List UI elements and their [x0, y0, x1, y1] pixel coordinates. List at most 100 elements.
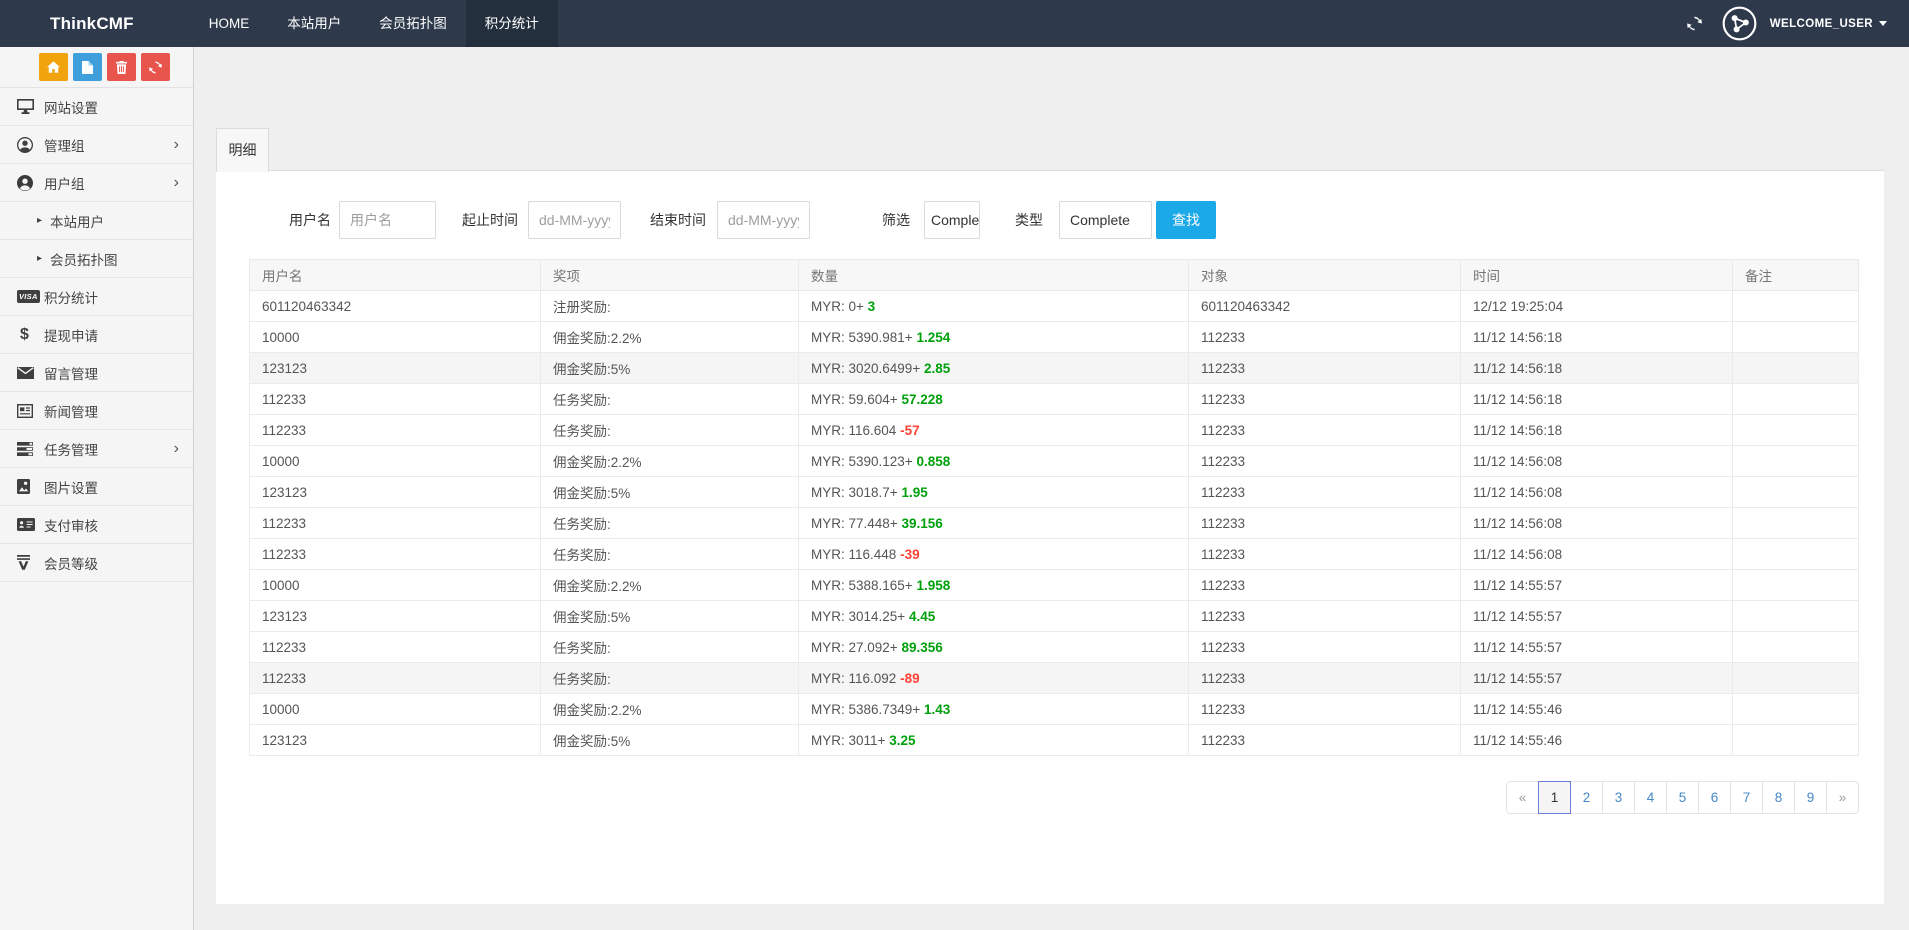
cell-time: 11/12 14:55:46 — [1461, 694, 1733, 725]
start-time-label: 起止时间 — [462, 210, 518, 230]
cell-award: 注册奖励: — [541, 291, 799, 322]
caret-right-icon: ▸ — [37, 215, 42, 226]
type-select[interactable]: Complete — [1059, 201, 1152, 239]
filter-select[interactable]: Comple — [924, 201, 980, 239]
page-link[interactable]: 1 — [1538, 781, 1571, 814]
chevron-right-icon: › — [174, 441, 179, 457]
sidebar-item-withdrawal[interactable]: $ 提现申请 — [0, 316, 193, 354]
chevron-right-icon: › — [174, 175, 179, 191]
page-link[interactable]: 2 — [1570, 781, 1603, 814]
user-avatar-icon[interactable] — [1722, 6, 1757, 41]
brand-logo[interactable]: ThinkCMF — [50, 14, 134, 34]
search-button[interactable]: 查找 — [1156, 201, 1216, 239]
cell-target: 112233 — [1189, 694, 1461, 725]
nav-item-home[interactable]: HOME — [190, 0, 269, 47]
page-link[interactable]: 3 — [1602, 781, 1635, 814]
page-link[interactable]: 8 — [1762, 781, 1795, 814]
sidebar-item-site-settings[interactable]: 网站设置 — [0, 88, 193, 126]
nav-item-site-users[interactable]: 本站用户 — [268, 0, 360, 47]
cell-award: 任务奖励: — [541, 508, 799, 539]
welcome-user-label: WELCOME_USER — [1770, 18, 1873, 30]
end-date-input[interactable] — [717, 201, 810, 239]
page-link[interactable]: « — [1506, 781, 1539, 814]
cell-award: 任务奖励: — [541, 632, 799, 663]
page-link[interactable]: » — [1826, 781, 1859, 814]
cell-username: 112233 — [250, 384, 541, 415]
table-row: 112233 任务奖励: MYR: 116.604 -57 112233 11/… — [250, 415, 1859, 446]
cell-note — [1733, 353, 1859, 384]
amount-delta: -89 — [900, 671, 920, 686]
column-header: 备注 — [1733, 260, 1859, 291]
cell-target: 112233 — [1189, 353, 1461, 384]
sidebar-item-payment-review[interactable]: 支付审核 — [0, 506, 193, 544]
amount-base: MYR: 59.604+ — [811, 392, 898, 407]
table-row: 601120463342 注册奖励: MYR: 0+ 3 60112046334… — [250, 291, 1859, 322]
cell-time: 11/12 14:56:08 — [1461, 477, 1733, 508]
cell-time: 11/12 14:56:18 — [1461, 353, 1733, 384]
file-button[interactable] — [73, 53, 102, 81]
sidebar-subitem-member-topology[interactable]: ▸ 会员拓扑图 — [0, 240, 193, 278]
cell-amount: MYR: 5390.981+ 1.254 — [799, 322, 1189, 353]
page-link[interactable]: 4 — [1634, 781, 1667, 814]
amount-base: MYR: 3018.7+ — [811, 485, 898, 500]
cell-target: 601120463342 — [1189, 291, 1461, 322]
tasks-icon — [17, 442, 44, 456]
refresh-icon[interactable] — [1687, 16, 1702, 31]
table-header: 用户名 奖项 数量 对象 时间 备注 — [250, 260, 1859, 291]
image-icon — [17, 479, 44, 494]
recycle-button[interactable] — [141, 53, 170, 81]
cell-username: 123123 — [250, 353, 541, 384]
table-row: 123123 佣金奖励:5% MYR: 3020.6499+ 2.85 1122… — [250, 353, 1859, 384]
username-input[interactable] — [339, 201, 436, 239]
cell-username: 123123 — [250, 725, 541, 756]
cell-amount: MYR: 116.092 -89 — [799, 663, 1189, 694]
user-menu[interactable]: WELCOME_USER — [1770, 18, 1887, 30]
page-link[interactable]: 7 — [1730, 781, 1763, 814]
tab-detail[interactable]: 明细 — [216, 128, 269, 172]
page-link[interactable]: 6 — [1698, 781, 1731, 814]
table-row: 10000 佣金奖励:2.2% MYR: 5388.165+ 1.958 112… — [250, 570, 1859, 601]
trash-button[interactable] — [107, 53, 136, 81]
pagination: « 1 2 3 4 5 6 7 8 9 — [1506, 781, 1859, 814]
sidebar-item-news[interactable]: 新闻管理 — [0, 392, 193, 430]
column-header: 用户名 — [250, 260, 541, 291]
cell-target: 112233 — [1189, 322, 1461, 353]
start-date-input[interactable] — [528, 201, 621, 239]
sidebar-item-member-level[interactable]: 会员等级 — [0, 544, 193, 582]
file-icon — [82, 61, 93, 74]
cell-time: 12/12 19:25:04 — [1461, 291, 1733, 322]
cell-username: 123123 — [250, 477, 541, 508]
amount-base: MYR: 116.604 — [811, 423, 896, 438]
sidebar-item-user-group[interactable]: 用户组 › — [0, 164, 193, 202]
page-link[interactable]: 9 — [1794, 781, 1827, 814]
trash-icon — [116, 61, 127, 74]
table-row: 112233 任务奖励: MYR: 77.448+ 39.156 112233 … — [250, 508, 1859, 539]
sidebar-item-messages[interactable]: 留言管理 — [0, 354, 193, 392]
cell-amount: MYR: 5386.7349+ 1.43 — [799, 694, 1189, 725]
amount-base: MYR: 5390.981+ — [811, 330, 913, 345]
amount-base: MYR: 116.092 — [811, 671, 896, 686]
nav-item-points-stats[interactable]: 积分统计 — [466, 0, 558, 47]
chevron-right-icon: › — [174, 137, 179, 153]
cell-award: 任务奖励: — [541, 539, 799, 570]
amount-delta: 89.356 — [901, 640, 942, 655]
cell-amount: MYR: 27.092+ 89.356 — [799, 632, 1189, 663]
cell-target: 112233 — [1189, 446, 1461, 477]
page-link[interactable]: 5 — [1666, 781, 1699, 814]
sidebar-item-admin-group[interactable]: 管理组 › — [0, 126, 193, 164]
cell-note — [1733, 539, 1859, 570]
sidebar-item-points-stats[interactable]: VISA 积分统计 — [0, 278, 193, 316]
sidebar-item-image-settings[interactable]: 图片设置 — [0, 468, 193, 506]
sidebar-item-tasks[interactable]: 任务管理 › — [0, 430, 193, 468]
amount-base: MYR: 5386.7349+ — [811, 702, 920, 717]
top-navbar: ThinkCMF HOME 本站用户 会员拓扑图 积分统计 WELCOME_US… — [0, 0, 1909, 47]
nav-item-member-topology[interactable]: 会员拓扑图 — [360, 0, 466, 47]
user-icon — [17, 175, 44, 191]
cell-amount: MYR: 3014.25+ 4.45 — [799, 601, 1189, 632]
sidebar-subitem-site-users[interactable]: ▸ 本站用户 — [0, 202, 193, 240]
username-label: 用户名 — [289, 210, 331, 230]
amount-delta: 4.45 — [909, 609, 935, 624]
amount-delta: 0.858 — [916, 454, 950, 469]
home-button[interactable] — [39, 53, 68, 81]
dollar-icon: $ — [17, 326, 44, 344]
